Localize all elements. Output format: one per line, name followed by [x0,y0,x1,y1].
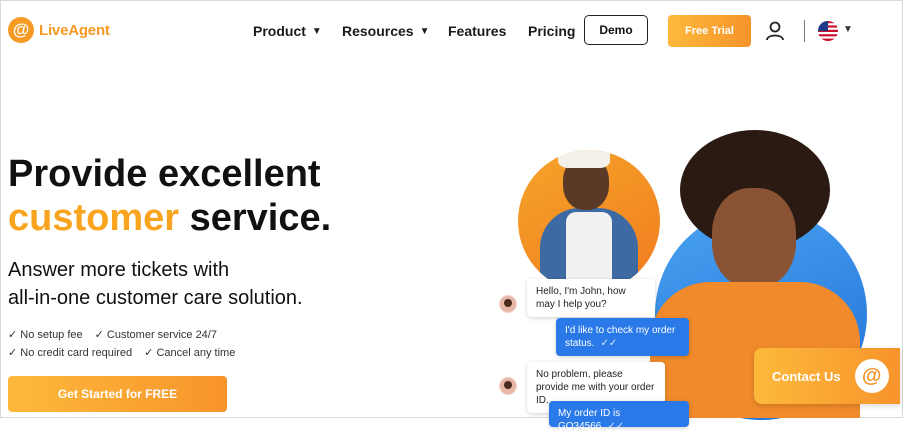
chat-message-customer: My order ID is GQ34566 ✓✓ [549,401,689,432]
logo[interactable]: @ LiveAgent [8,17,110,43]
hero-subtitle-line1: Answer more tickets with [8,259,230,281]
logo-icon: @ [8,17,34,43]
nav-pricing-label: Pricing [528,23,576,39]
nav-product-label: Product [253,23,306,39]
demo-button[interactable]: Demo [584,15,648,45]
feature-item: ✓ Cancel any time [144,347,236,359]
contact-us-label: Contact Us [772,368,841,384]
feature-item: ✓ No setup fee [8,329,83,341]
user-icon[interactable] [764,21,786,41]
chevron-down-icon[interactable]: ▼ [843,24,853,35]
header-divider [804,20,805,42]
nav-product[interactable]: Product ▼ [253,15,322,47]
chevron-down-icon: ▼ [419,25,430,37]
double-check-icon: ✓✓ [600,338,618,349]
us-flag-icon[interactable] [818,21,838,41]
hero-headline: Provide excellent [8,153,321,195]
feature-item: ✓ Customer service 24/7 [94,329,217,341]
chevron-down-icon: ▼ [311,25,322,37]
agent-avatar [499,295,517,313]
chat-message-text: I'd like to check my order status. [565,325,676,349]
chat-message-agent: Hello, I'm John, how may I help you? [527,279,655,317]
nav-resources[interactable]: Resources ▼ [342,15,430,47]
nav-resources-label: Resources [342,23,414,39]
hero-accent-word: customer [8,197,180,239]
woman-face [712,188,796,288]
feature-list-row1: ✓ No setup fee ✓ Customer service 24/7 [8,328,217,341]
chat-message-customer: I'd like to check my order status. ✓✓ [556,318,689,356]
nav-pricing[interactable]: Pricing [528,15,575,47]
feature-item: ✓ No credit card required [8,347,133,359]
agent-hat [558,150,610,168]
nav-features-label: Features [448,23,507,39]
get-started-button[interactable]: Get Started for FREE [8,376,227,412]
feature-list-row2: ✓ No credit card required ✓ Cancel any t… [8,346,235,359]
agent-photo [518,150,660,292]
hero-headline-rest: service. [179,197,332,239]
hero-subtitle: Answer more tickets with all-in-one cust… [8,256,303,312]
logo-text: LiveAgent [39,21,110,39]
chat-bubble-icon: @ [854,359,889,393]
nav-features[interactable]: Features [448,15,506,47]
double-check-icon: ✓✓ [607,421,625,432]
hero-subtitle-line2: all-in-one customer care solution. [8,287,303,309]
free-trial-button[interactable]: Free Trial [668,15,751,47]
contact-us-widget[interactable]: Contact Us @ [754,348,900,404]
hero-headline-line2: customer service. [8,196,331,240]
agent-avatar [499,377,517,395]
